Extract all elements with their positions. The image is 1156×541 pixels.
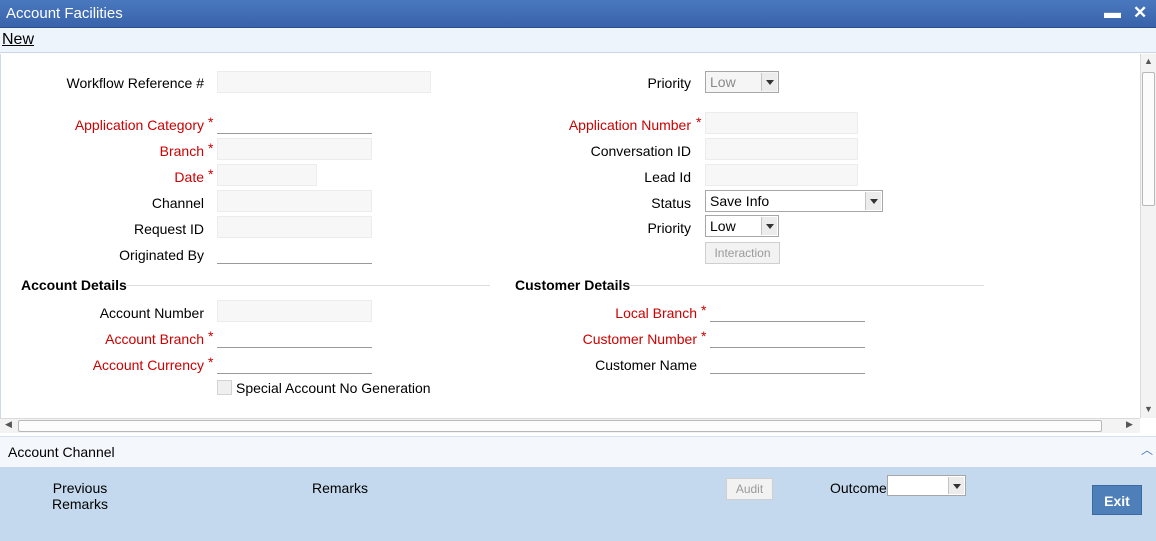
required-marker: * — [696, 114, 702, 130]
customer-details-divider — [628, 285, 984, 286]
originated-by-label: Originated By — [119, 247, 204, 263]
required-marker: * — [208, 140, 214, 156]
status-label: Status — [651, 195, 691, 211]
menu-bar: New — [0, 28, 1156, 53]
customer-number-input[interactable] — [710, 326, 865, 348]
scroll-left-icon[interactable]: ◀ — [5, 419, 12, 430]
account-branch-input[interactable] — [217, 326, 372, 348]
previous-remarks-line1: Previous — [52, 480, 108, 496]
branch-field[interactable] — [217, 138, 372, 160]
account-number-label: Account Number — [99, 305, 204, 321]
interaction-button[interactable]: Interaction — [705, 242, 780, 264]
priority-label: Priority — [647, 220, 691, 236]
channel-label: Channel — [151, 195, 204, 211]
scroll-down-icon[interactable]: ▼ — [1144, 404, 1153, 414]
priority-select[interactable]: Low — [705, 215, 779, 237]
account-branch-label: Account Branch — [105, 331, 204, 347]
special-account-label: Special Account No Generation — [236, 380, 431, 396]
close-icon[interactable]: ✕ — [1133, 3, 1147, 23]
application-category-input[interactable] — [217, 112, 372, 134]
remarks-link[interactable]: Remarks — [312, 480, 368, 496]
required-marker: * — [701, 302, 707, 318]
account-details-divider — [126, 285, 490, 286]
workflow-reference-label: Workflow Reference # — [66, 75, 204, 91]
outcome-select[interactable] — [887, 475, 966, 496]
channel-field[interactable] — [217, 190, 372, 212]
previous-remarks-link[interactable]: Previous Remarks — [40, 480, 120, 512]
vertical-scroll-thumb[interactable] — [1142, 72, 1155, 206]
required-marker: * — [208, 354, 214, 370]
required-marker: * — [208, 166, 214, 182]
footer-bar: Previous Remarks Remarks Audit Outcome E… — [0, 467, 1156, 541]
conversation-id-label: Conversation ID — [590, 143, 691, 159]
lead-id-field[interactable] — [705, 164, 858, 186]
status-select[interactable]: Save Info — [705, 190, 883, 212]
priority-value: Low — [710, 218, 736, 234]
horizontal-scroll-thumb[interactable] — [18, 420, 1102, 432]
required-marker: * — [701, 328, 707, 344]
workflow-reference-field[interactable] — [217, 71, 431, 93]
account-number-field[interactable] — [217, 300, 372, 322]
local-branch-input[interactable] — [710, 300, 865, 322]
customer-details-heading: Customer Details — [515, 277, 631, 293]
account-details-heading: Account Details — [21, 277, 127, 293]
form-content: Workflow Reference # Priority Low Applic… — [0, 54, 1140, 418]
required-marker: * — [208, 114, 214, 130]
customer-name-label: Customer Name — [595, 357, 697, 373]
required-marker: * — [208, 328, 214, 344]
conversation-id-field[interactable] — [705, 138, 858, 160]
application-number-label: Application Number — [568, 117, 691, 133]
account-channel-bar[interactable]: Account Channel ︿ — [0, 436, 1156, 467]
horizontal-scrollbar[interactable]: ◀ ▶ — [0, 418, 1140, 433]
customer-name-input[interactable] — [710, 352, 865, 374]
chevron-down-icon — [948, 477, 964, 494]
application-category-label: Application Category — [74, 117, 204, 133]
window-titlebar: Account Facilities ▬ ✕ — [0, 0, 1156, 28]
vertical-scrollbar[interactable]: ▲ ▼ — [1140, 54, 1156, 418]
new-link[interactable]: New — [2, 31, 34, 49]
account-currency-input[interactable] — [217, 352, 372, 374]
audit-button[interactable]: Audit — [726, 478, 773, 500]
status-value: Save Info — [710, 193, 770, 209]
branch-label: Branch — [159, 143, 204, 159]
application-number-field[interactable] — [705, 112, 858, 134]
priority-top-select[interactable]: Low — [705, 71, 779, 93]
customer-number-label: Customer Number — [582, 331, 697, 347]
date-label: Date — [174, 169, 204, 185]
local-branch-label: Local Branch — [615, 305, 697, 321]
request-id-field[interactable] — [217, 216, 372, 238]
scroll-up-icon[interactable]: ▲ — [1144, 56, 1153, 66]
request-id-label: Request ID — [133, 221, 204, 237]
exit-button[interactable]: Exit — [1092, 485, 1142, 515]
originated-by-input[interactable] — [217, 242, 372, 264]
priority-top-label: Priority — [647, 75, 691, 91]
chevron-down-icon — [865, 192, 881, 210]
chevron-down-icon — [761, 217, 777, 235]
previous-remarks-line2: Remarks — [51, 496, 108, 512]
account-channel-title: Account Channel — [8, 444, 115, 460]
outcome-label: Outcome — [830, 480, 887, 496]
window-title: Account Facilities — [6, 5, 123, 22]
minimize-icon[interactable]: ▬ — [1104, 3, 1121, 23]
special-account-checkbox[interactable] — [217, 380, 232, 395]
date-field[interactable] — [217, 164, 317, 186]
lead-id-label: Lead Id — [644, 169, 691, 185]
account-currency-label: Account Currency — [92, 357, 204, 373]
priority-top-value: Low — [710, 74, 736, 90]
chevron-down-icon — [761, 73, 777, 91]
chevron-up-icon[interactable]: ︿ — [1141, 441, 1153, 458]
scroll-right-icon[interactable]: ▶ — [1126, 419, 1133, 430]
